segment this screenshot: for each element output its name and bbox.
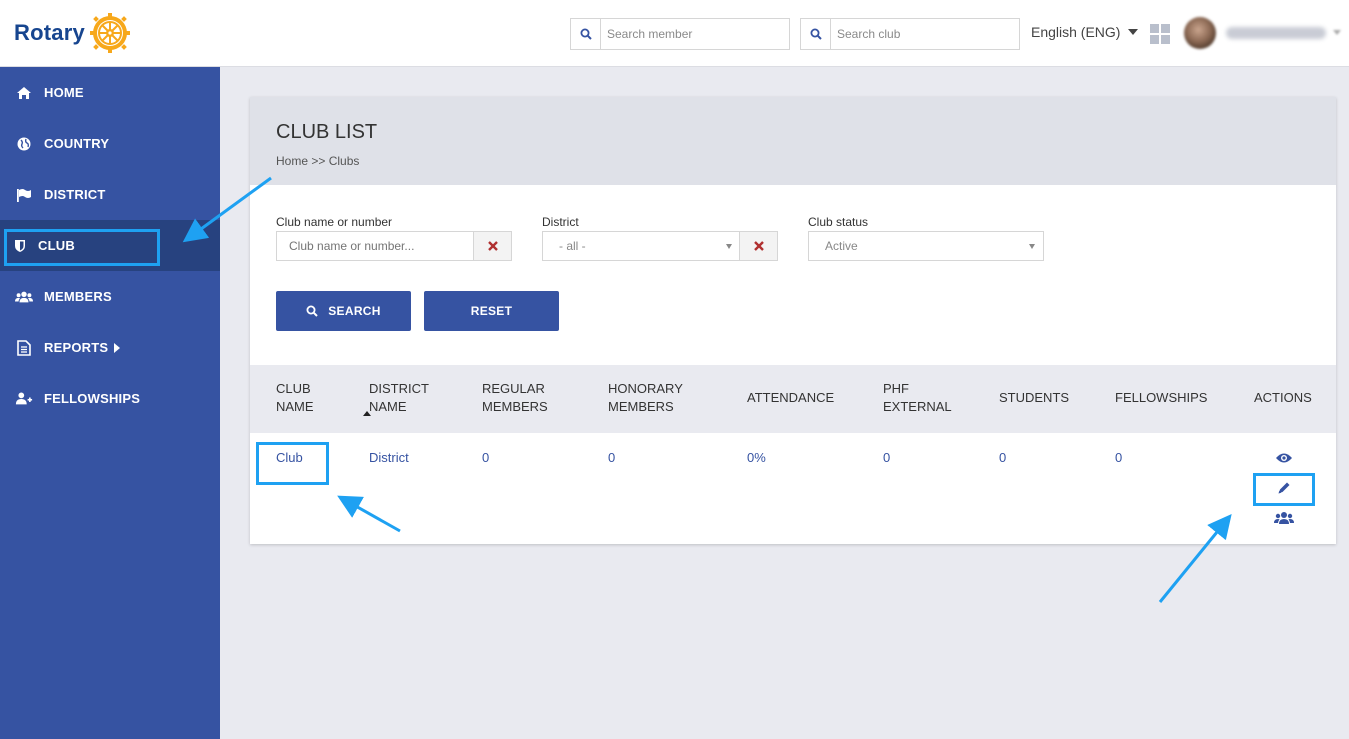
view-eye-icon[interactable] (1274, 448, 1294, 468)
attendance-value: 0% (747, 450, 766, 465)
flag-icon (15, 186, 33, 204)
chevron-down-icon (726, 244, 732, 249)
column-header-district-name[interactable]: DISTRICT NAME (369, 380, 429, 416)
chevron-down-icon (1128, 29, 1139, 35)
search-icon (306, 305, 318, 317)
sidebar-item-label: REPORTS (44, 340, 109, 355)
district-select-value: - all - (559, 239, 586, 253)
sidebar-item-fellowships[interactable]: FELLOWSHIPS (0, 373, 220, 424)
search-button[interactable]: SEARCH (276, 291, 411, 331)
club-status-select[interactable]: Active (808, 231, 1044, 261)
user-name-redacted[interactable] (1226, 27, 1326, 39)
users-icon (15, 288, 33, 306)
chevron-right-icon (114, 342, 121, 353)
clear-club-button[interactable] (473, 231, 512, 261)
search-icon[interactable] (801, 19, 831, 49)
search-member-box (570, 18, 790, 50)
sidebar-item-reports[interactable]: REPORTS (0, 322, 220, 373)
rotary-wheel-icon (89, 13, 130, 53)
club-name-input[interactable] (276, 231, 474, 261)
sidebar-item-label: COUNTRY (44, 136, 110, 151)
globe-icon (15, 135, 33, 153)
search-member-input[interactable] (601, 20, 781, 48)
column-header-honorary-members[interactable]: HONORARY MEMBERS (608, 380, 683, 416)
language-selector[interactable]: English (ENG) (1031, 24, 1139, 40)
club-status-value: Active (825, 239, 858, 253)
user-plus-icon (15, 390, 33, 408)
status-filter-label: Club status (808, 215, 869, 229)
breadcrumb[interactable]: Home >> Clubs (276, 154, 359, 168)
phf-external-value: 0 (883, 450, 891, 465)
search-club-input[interactable] (831, 20, 1011, 48)
logo-text: Rotary (14, 20, 85, 45)
sidebar-item-label: DISTRICT (44, 187, 106, 202)
column-header-regular-members[interactable]: REGULAR MEMBERS (482, 380, 548, 416)
fellowships-value: 0 (1115, 450, 1123, 465)
sidebar-item-label: MEMBERS (44, 289, 112, 304)
column-header-fellowships[interactable]: FELLOWSHIPS (1115, 389, 1207, 407)
sidebar-item-home[interactable]: HOME (0, 67, 220, 118)
sidebar-item-country[interactable]: COUNTRY (0, 118, 220, 169)
table-header: CLUB NAME DISTRICT NAME REGULAR MEMBERS … (250, 365, 1336, 433)
sidebar: HOME COUNTRY DISTRICT CLUB MEMBERS REPOR… (0, 67, 220, 739)
sidebar-item-members[interactable]: MEMBERS (0, 271, 220, 322)
column-header-attendance[interactable]: ATTENDANCE (747, 389, 834, 407)
language-label: English (ENG) (1031, 24, 1121, 40)
column-header-phf-external[interactable]: PHF EXTERNAL (883, 380, 952, 416)
column-header-actions: ACTIONS (1254, 390, 1312, 405)
district-select[interactable]: - all - (542, 231, 740, 261)
close-icon (753, 241, 764, 251)
reset-button-label: RESET (470, 304, 513, 318)
top-header: Rotary Search member Search club English… (0, 0, 1349, 67)
highlight-box-edit-action (1253, 473, 1315, 506)
honorary-members-value: 0 (608, 450, 616, 465)
document-icon (15, 339, 33, 357)
district-filter-label: District (542, 215, 579, 229)
highlight-box-club-name (256, 442, 329, 485)
search-button-label: SEARCH (328, 304, 381, 318)
sidebar-item-district[interactable]: DISTRICT (0, 169, 220, 220)
sidebar-item-label: HOME (44, 85, 84, 100)
home-icon (15, 84, 33, 102)
search-icon[interactable] (571, 19, 601, 49)
sidebar-item-label: FELLOWSHIPS (44, 391, 141, 406)
search-club-box (800, 18, 1020, 50)
column-header-club-name[interactable]: CLUB NAME (276, 380, 371, 416)
members-users-icon[interactable] (1274, 508, 1294, 528)
club-list-card: CLUB LIST Home >> Clubs Club name or num… (250, 97, 1336, 544)
card-header: CLUB LIST Home >> Clubs (250, 97, 1336, 185)
close-icon (487, 241, 498, 251)
column-header-students[interactable]: STUDENTS (999, 389, 1069, 407)
page-title: CLUB LIST (276, 121, 378, 143)
reset-button[interactable]: RESET (424, 291, 559, 331)
avatar[interactable] (1184, 17, 1216, 49)
students-value: 0 (999, 450, 1007, 465)
apps-grid-icon[interactable] (1150, 24, 1170, 44)
regular-members-value: 0 (482, 450, 490, 465)
club-filter-label: Club name or number (276, 215, 393, 229)
chevron-down-icon (1029, 244, 1035, 249)
highlight-box-club-nav (4, 229, 160, 266)
clear-district-button[interactable] (739, 231, 778, 261)
rotary-logo[interactable]: Rotary (14, 12, 131, 54)
chevron-down-icon[interactable] (1333, 30, 1341, 35)
district-name-link[interactable]: District (369, 450, 409, 465)
